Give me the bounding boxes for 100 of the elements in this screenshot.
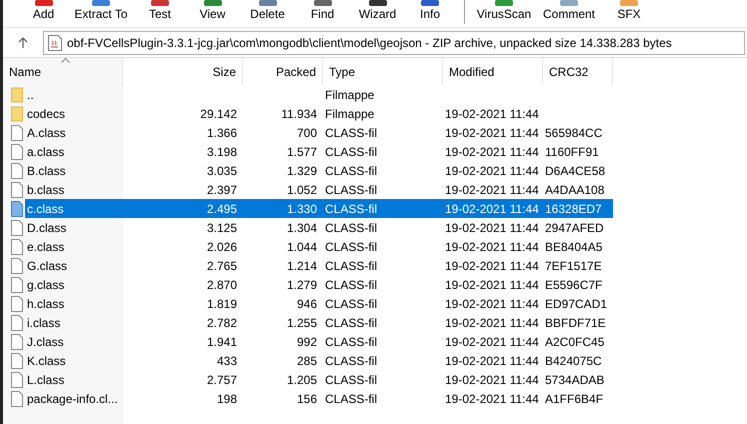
file-name: A.class [26,126,67,140]
table-cell-text: 1.577 [286,144,318,158]
file-icon [11,220,23,236]
folder-icon [11,106,23,122]
file-icon [11,296,23,312]
file-name: i.class [26,316,62,330]
table-cell-text: 2.397 [206,182,238,196]
table-cell-text: 19-02-2021 11:44 [444,220,540,234]
file-row[interactable]: J.class 1.941 992 CLASS-fil 19-02-2021 11:44 A2C0FC45 [25,332,613,351]
file-name: D.class [26,220,68,234]
file-name: L.class [26,372,66,386]
table-cell-text: 19-02-2021 11:44 [444,334,540,348]
file-icon [11,162,23,178]
column-header[interactable]: Modified [443,58,543,85]
file-row[interactable]: h.class 1.819 946 CLASS-fil 19-02-2021 11:44 ED97CAD1 [25,294,613,313]
table-cell-text: 2.782 [206,316,238,330]
file-icon [11,276,23,292]
file-row[interactable]: L.class 2.757 1.205 CLASS-fil 19-02-2021 11:44 5734ADAB [25,370,613,389]
table-cell-text: 19-02-2021 11:44 [444,144,540,158]
toolbar-icon [617,0,641,7]
toolbar-button[interactable]: View [180,0,245,26]
table-cell-text: CLASS-fil [324,372,378,386]
table-cell-text: CLASS-fil [324,334,378,348]
table-cell-text: 433 [216,354,238,368]
toolbar-button[interactable]: Test [140,0,180,26]
table-cell-text: CLASS-fil [324,240,378,254]
table-cell-text: 19-02-2021 11:44 [444,240,540,254]
file-row[interactable]: g.class 2.870 1.279 CLASS-fil 19-02-2021 11:44 E5596C7F [25,275,613,294]
table-cell-text: CLASS-fil [324,144,378,158]
file-row[interactable]: b.class 2.397 1.052 CLASS-fil 19-02-2021 11:44 A4DAA108 [25,180,613,199]
toolbar-icon [418,0,442,7]
table-cell-text: 156 [296,392,318,406]
table-cell-text: 700 [296,126,318,140]
file-row[interactable]: B.class 3.035 1.329 CLASS-fil 19-02-2021 11:44 D6A4CE58 [25,161,613,180]
toolbar-button[interactable]: Wizard [355,0,400,26]
table-cell-text: 1.279 [286,278,318,292]
file-name: b.class [26,182,66,196]
file-row[interactable]: a.class 3.198 1.577 CLASS-fil 19-02-2021 11:44 1160FF91 [25,142,613,161]
toolbar-button[interactable]: Add [25,0,62,26]
table-cell-text: 2.765 [206,258,238,272]
file-name: e.class [26,240,66,254]
column-header[interactable]: Size [123,58,243,85]
file-row[interactable]: D.class 3.125 1.304 CLASS-fil 19-02-2021 11:44 2947AFED [25,218,613,237]
file-row[interactable]: e.class 2.026 1.044 CLASS-fil 19-02-2021 11:44 BE8404A5 [25,237,613,256]
toolbar-button[interactable]: Extract To [62,0,140,26]
file-name: K.class [26,354,67,368]
column-header[interactable]: Type [323,58,443,85]
table-cell-text: CLASS-fil [324,278,378,292]
file-icon [11,334,23,350]
table-cell-text: 19-02-2021 11:44 [444,354,540,368]
table-cell-text: CLASS-fil [324,392,378,406]
toolbar-button[interactable]: Delete [245,0,290,26]
toolbar-icon [148,0,172,7]
toolbar-button[interactable]: Find [290,0,355,26]
column-header[interactable]: Packed [243,58,323,85]
file-row[interactable]: c.class 2.495 1.330 CLASS-fil 19-02-2021 11:44 16328ED7 [25,199,613,218]
file-row[interactable]: A.class 1.366 700 CLASS-fil 19-02-2021 11:44 565984CC [25,123,613,142]
table-cell-text: CLASS-fil [324,296,378,310]
table-cell-text: 1.330 [286,202,318,216]
file-row[interactable]: G.class 2.765 1.214 CLASS-fil 19-02-2021 11:44 7EF1517E [25,256,613,275]
table-cell-text: 2.757 [206,372,238,386]
file-icon [11,144,23,160]
table-cell-text: 2.870 [206,278,238,292]
file-row[interactable]: K.class 433 285 CLASS-fil 19-02-2021 11:44 B424075C [25,351,613,370]
table-cell-text: 19-02-2021 11:44 [444,296,540,310]
file-row[interactable]: codecs 29.142 11.934 Filmappe 19-02-2021 11:44 [25,104,613,123]
column-header[interactable]: CRC32 [543,58,613,85]
file-row[interactable]: i.class 2.782 1.255 CLASS-fil 19-02-2021 11:44 BBFDF71E [25,313,613,332]
file-row[interactable]: .. Filmappe [25,85,613,104]
table-cell-text: B424075C [544,354,603,368]
toolbar-button[interactable]: SFX [599,0,659,26]
table-cell-text: 29.142 [199,106,238,120]
table-cell-text: 3.125 [206,220,238,234]
table-cell-text: 1160FF91 [544,144,600,158]
file-icon [11,390,23,406]
table-cell-text: 1.052 [286,182,318,196]
toolbar-button[interactable]: Info [400,0,460,26]
toolbar-icon [492,0,516,7]
toolbar-button[interactable]: Comment [539,0,599,26]
sort-caret-icon [61,58,70,63]
file-name: package-info.cl... [26,392,119,406]
file-name: J.class [26,334,65,348]
table-cell-text: CLASS-fil [324,354,378,368]
file-row[interactable]: package-info.cl... 198 156 CLASS-fil 19-02-2021 11:44 A1FF6B4F [25,389,613,408]
table-cell-text: 1.255 [286,316,318,330]
table-cell-text: 1.329 [286,164,318,178]
table-cell-text: 3.198 [206,144,238,158]
address-field[interactable]: obf-FVCellsPlugin-3.3.1-jcg.jar\com\mongodb\client\model\geojson - ZIP archive, unpacked size 14.338.283 bytes [43,30,745,54]
table-cell-text: A1FF6B4F [544,392,604,406]
file-icon [11,182,23,198]
column-header[interactable]: Name [3,58,123,85]
toolbar-button[interactable]: VirusScan [469,0,539,26]
table-cell-text: 19-02-2021 11:44 [444,258,540,272]
file-name: a.class [26,144,66,158]
file-icon [11,238,23,254]
table-cell-text: 19-02-2021 11:44 [444,316,540,330]
table-cell-text: 1.044 [286,240,318,254]
table-cell-text: CLASS-fil [324,258,378,272]
table-cell-text: 2.026 [206,240,238,254]
table-cell-text: BBFDF71E [544,316,607,330]
